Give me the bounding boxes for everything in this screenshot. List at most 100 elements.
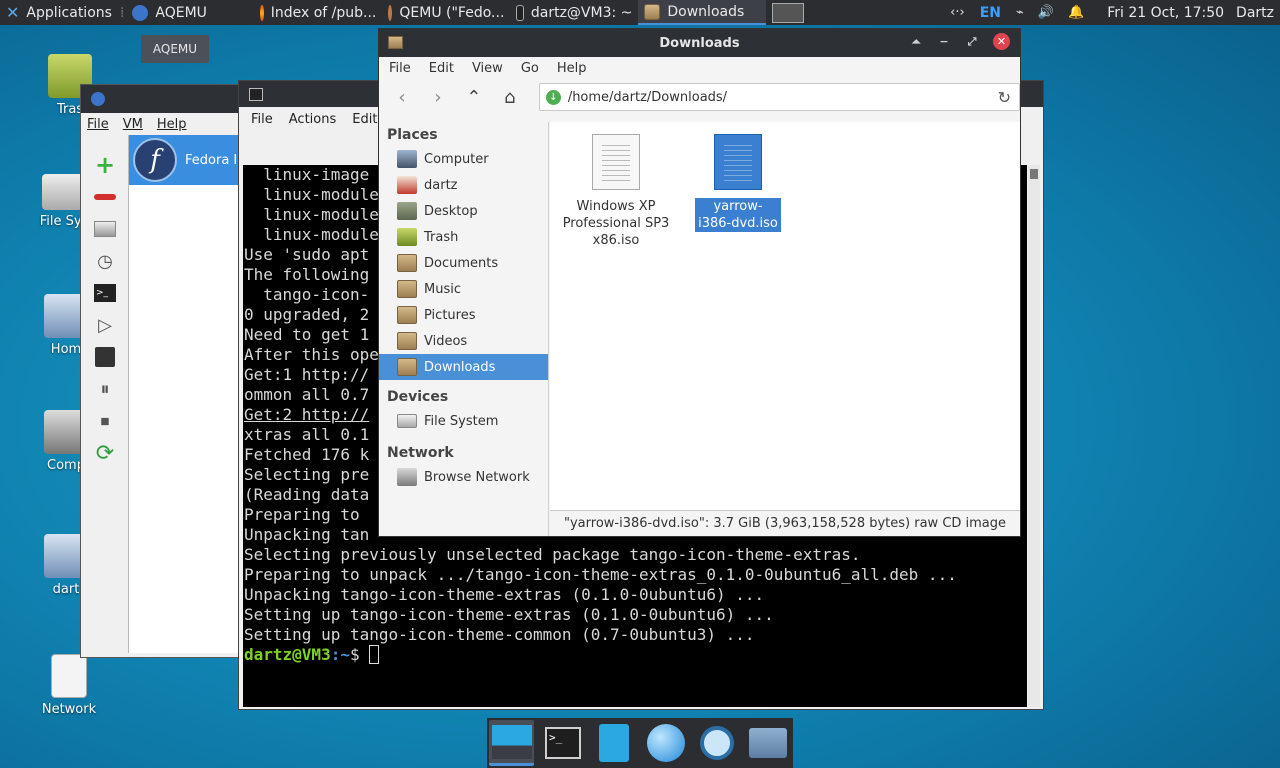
sidebar-item-videos[interactable]: Videos [379, 328, 548, 354]
terminal-icon [249, 87, 263, 101]
add-vm-icon[interactable]: + [90, 150, 120, 180]
menu-file[interactable]: File [389, 61, 411, 76]
disc-image-file-icon [714, 134, 762, 190]
menu-vm[interactable]: VM [123, 117, 143, 132]
menu-view[interactable]: View [472, 61, 503, 76]
pause-icon[interactable]: ⏸ [90, 374, 120, 404]
back-icon[interactable]: ‹ [391, 87, 413, 108]
sidebar-item-computer[interactable]: Computer [379, 146, 548, 172]
notifications-bell-icon[interactable]: 🔔 [1068, 5, 1084, 20]
sidebar-item-pictures[interactable]: Pictures [379, 302, 548, 328]
taskbar-item-firefox[interactable]: Index of /pub... [254, 0, 382, 25]
terminal-line: Preparing to unpack .../tango-icon-theme… [244, 565, 957, 584]
network-arrows-icon[interactable]: ‹·› [950, 5, 965, 20]
close-icon[interactable]: ✕ [993, 33, 1010, 50]
dock-terminal[interactable]: >_ [540, 720, 585, 766]
reset-icon[interactable]: ⟳ [90, 438, 120, 468]
sidebar-item-browse-network[interactable]: Browse Network [379, 464, 548, 490]
sidebar-item-label: File System [424, 413, 499, 429]
keyboard-layout[interactable]: EN [980, 5, 1001, 21]
sidebar-item-documents[interactable]: Documents [379, 250, 548, 276]
taskbar-item-label: Index of /pub... [270, 4, 377, 21]
menu-edit[interactable]: Edit [429, 61, 454, 76]
menu-help[interactable]: Help [557, 61, 587, 76]
shade-icon[interactable]: ⏶ [909, 35, 923, 49]
location-bar[interactable]: ↓ /home/dartz/Downloads/ ↻ [538, 83, 1020, 111]
globe-icon [646, 724, 685, 762]
sidebar-heading-places: Places [387, 127, 438, 143]
file-manager-menubar: File Edit View Go Help [379, 57, 1020, 79]
terminal-icon[interactable]: >_ [90, 278, 120, 308]
sidebar-item-music[interactable]: Music [379, 276, 548, 302]
sidebar-heading-devices: Devices [387, 389, 449, 405]
show-desktop-icon [491, 724, 532, 759]
desktop-icon [397, 202, 417, 220]
save-icon[interactable] [90, 342, 120, 372]
firefox-icon [260, 4, 264, 21]
volume-icon[interactable]: 🔊 [1038, 5, 1054, 20]
top-panel: ✕ Applications ⁞ AQEMU Index of /pub... … [0, 0, 1280, 25]
file-manager-titlebar[interactable]: Downloads ⏶ − ⤢ ✕ [379, 29, 1020, 57]
sidebar-item-downloads[interactable]: Downloads [379, 354, 548, 380]
dock-folder[interactable] [746, 720, 791, 766]
taskbar-item-terminal[interactable]: dartz@VM3: ~ [510, 0, 638, 25]
folder-icon [397, 358, 417, 376]
reload-icon[interactable]: ↻ [998, 88, 1011, 107]
sidebar-item-dartz[interactable]: dartz [379, 172, 548, 198]
file-item[interactable]: Windows XP Professional SP3 x86.iso [558, 134, 674, 249]
clock[interactable]: Fri 21 Oct, 17:50 [1101, 0, 1230, 25]
menu-edit[interactable]: Edit [352, 112, 377, 127]
workspace-switcher[interactable] [766, 0, 810, 25]
taskbar-item-downloads[interactable]: Downloads [638, 0, 767, 25]
sidebar-item-desktop[interactable]: Desktop [379, 198, 548, 224]
terminal-line: Selecting previously unselected package … [244, 545, 861, 564]
sidebar-item-file-system[interactable]: File System [379, 408, 548, 434]
dock-web-browser[interactable] [643, 720, 688, 766]
applications-menu[interactable]: ✕ Applications [0, 0, 118, 25]
desktop-icon-label: dart [52, 582, 80, 597]
forward-icon[interactable]: › [427, 87, 449, 108]
home-icon[interactable]: ⌂ [499, 87, 521, 108]
menu-file[interactable]: File [251, 112, 273, 127]
maximize-icon[interactable]: ⤢ [965, 35, 979, 49]
scrollbar-thumb[interactable] [1030, 169, 1038, 179]
sidebar-item-trash[interactable]: Trash [379, 224, 548, 250]
computer-icon [397, 150, 417, 168]
dock-show-desktop[interactable] [489, 720, 535, 766]
desktop-icon-network[interactable]: Network [29, 654, 109, 717]
remove-vm-icon[interactable] [90, 182, 120, 212]
dock-app-finder[interactable] [694, 720, 739, 766]
dock-file-manager[interactable] [592, 720, 637, 766]
drive-icon[interactable] [90, 214, 120, 244]
drive-icon [397, 414, 417, 428]
aqemu-titlebar[interactable] [81, 85, 261, 113]
menu-file[interactable]: File [87, 117, 109, 132]
clock-icon[interactable]: ◷ [90, 246, 120, 276]
menu-help[interactable]: Help [157, 117, 187, 132]
magnifier-icon [699, 726, 734, 760]
terminal-scrollbar[interactable] [1028, 165, 1040, 707]
minimize-icon[interactable]: − [937, 35, 951, 48]
parent-folder-icon[interactable]: ⌃ [463, 87, 485, 108]
terminal-line: Setting up tango-icon-theme-extras (0.1.… [244, 605, 774, 624]
menu-go[interactable]: Go [521, 61, 539, 76]
dock: >_ [487, 718, 793, 768]
sidebar-item-label: dartz [424, 177, 458, 193]
aqemu-toolbar: + ◷ >_ ▷ ⏸ ⏹ ⟳ [85, 149, 125, 470]
menu-actions[interactable]: Actions [289, 112, 337, 127]
file-item-selected[interactable]: yarrow-i386-dvd.iso [680, 134, 796, 233]
status-bar: "yarrow-i386-dvd.iso": 3.7 GiB (3,963,15… [550, 510, 1020, 536]
user-menu[interactable]: Dartz [1230, 0, 1280, 25]
taskbar-item-label: Downloads [667, 3, 745, 20]
play-icon[interactable]: ▷ [90, 310, 120, 340]
taskbar-item-aqemu[interactable]: AQEMU [126, 0, 254, 25]
network-file-icon [51, 654, 87, 698]
window-controls: ⏶ − ⤢ ✕ [909, 33, 1010, 50]
taskbar-item-qemu-vm[interactable]: QEMU ("Fedo... [382, 0, 510, 25]
file-view[interactable]: Windows XP Professional SP3 x86.iso yarr… [550, 122, 1020, 512]
network-status-icon[interactable]: ⌁ [1016, 5, 1024, 20]
stop-icon[interactable]: ⏹ [90, 406, 120, 436]
taskbar-item-label: dartz@VM3: ~ [530, 4, 633, 21]
sidebar: Places Computer dartz Desktop Trash Docu… [379, 122, 549, 536]
prompt-symbol: $ [349, 645, 370, 664]
